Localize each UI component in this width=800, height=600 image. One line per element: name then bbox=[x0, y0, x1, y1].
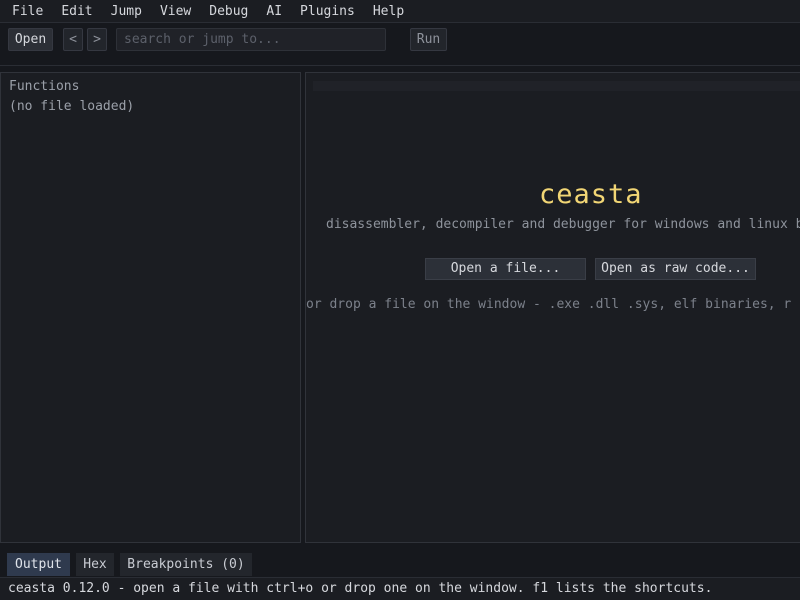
functions-panel: Functions (no file loaded) bbox=[0, 72, 301, 543]
menu-help[interactable]: Help bbox=[367, 0, 410, 23]
menu-debug[interactable]: Debug bbox=[203, 0, 254, 23]
menu-ai[interactable]: AI bbox=[260, 0, 288, 23]
functions-empty-text: (no file loaded) bbox=[9, 99, 135, 114]
back-button[interactable]: < bbox=[63, 28, 83, 51]
run-button[interactable]: Run bbox=[410, 28, 447, 51]
app-title: ceasta bbox=[539, 179, 643, 210]
menu-view[interactable]: View bbox=[154, 0, 197, 23]
menu-jump[interactable]: Jump bbox=[105, 0, 148, 23]
tab-strip bbox=[313, 81, 800, 91]
menu-file[interactable]: File bbox=[6, 0, 49, 23]
menu-edit[interactable]: Edit bbox=[55, 0, 98, 23]
forward-button[interactable]: > bbox=[87, 28, 107, 51]
open-raw-code-button[interactable]: Open as raw code... bbox=[595, 258, 756, 280]
search-input[interactable]: search or jump to... bbox=[116, 28, 386, 51]
open-file-button[interactable]: Open a file... bbox=[425, 258, 586, 280]
status-output-line: ceasta 0.12.0 - open a file with ctrl+o … bbox=[0, 577, 800, 600]
bottom-panel: Output Hex Breakpoints (0) ceasta 0.12.0… bbox=[0, 546, 800, 600]
app-subtitle: disassembler, decompiler and debugger fo… bbox=[326, 217, 800, 232]
functions-header: Functions bbox=[9, 79, 80, 94]
menu-plugins[interactable]: Plugins bbox=[294, 0, 361, 23]
tab-breakpoints[interactable]: Breakpoints (0) bbox=[120, 553, 252, 576]
toolbar: Open < > search or jump to... Run bbox=[0, 24, 800, 66]
tab-hex[interactable]: Hex bbox=[76, 553, 114, 576]
welcome-panel: ceasta disassembler, decompiler and debu… bbox=[305, 72, 800, 543]
open-button[interactable]: Open bbox=[8, 28, 53, 51]
tab-output[interactable]: Output bbox=[7, 553, 70, 576]
menu-bar: File Edit Jump View Debug AI Plugins Hel… bbox=[0, 0, 800, 23]
drop-hint: or drop a file on the window - .exe .dll… bbox=[306, 297, 792, 312]
